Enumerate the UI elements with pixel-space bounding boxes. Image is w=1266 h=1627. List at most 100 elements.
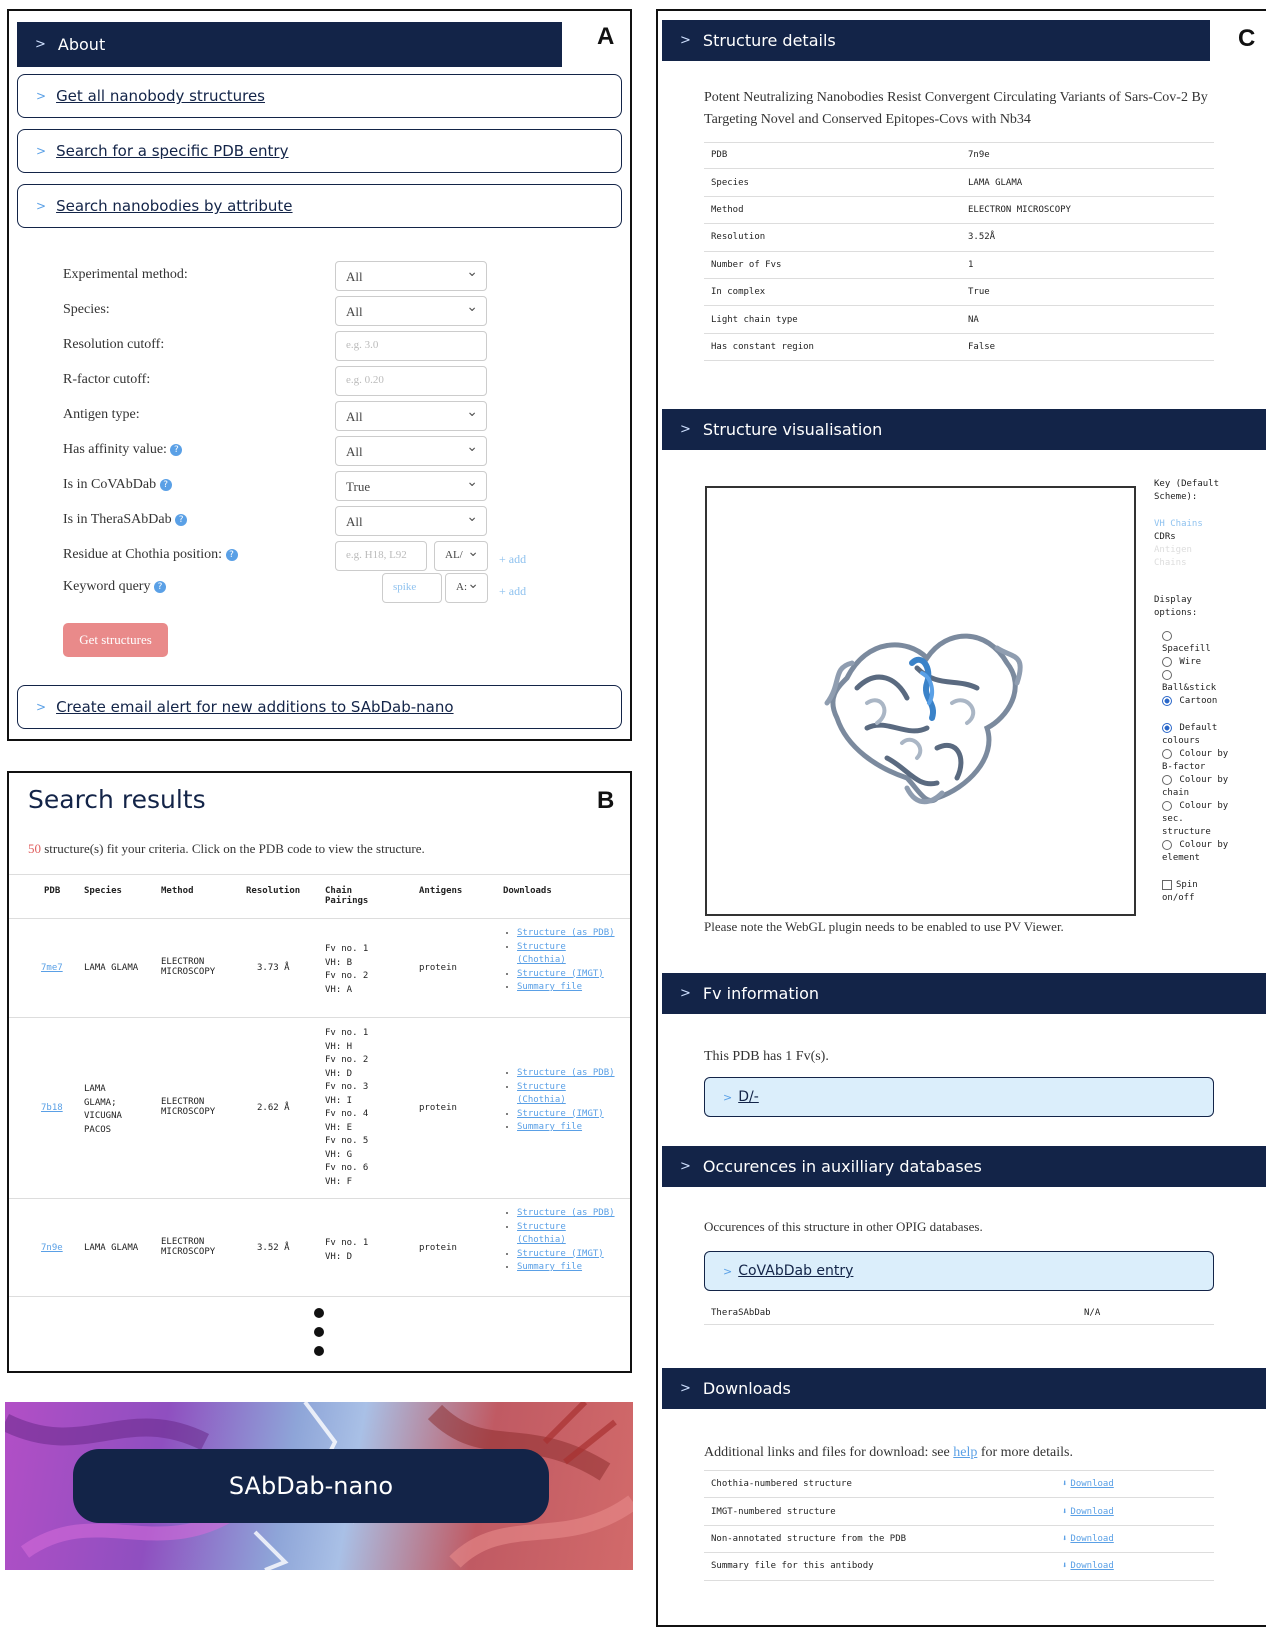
radio-icon[interactable] [1162, 774, 1172, 785]
chevron-icon: > [680, 422, 691, 437]
help-icon[interactable]: ? [153, 580, 166, 593]
download-link[interactable]: Download [1070, 1534, 1113, 1544]
radio-icon[interactable] [1162, 722, 1172, 733]
species-select[interactable]: All [335, 296, 487, 326]
radio-icon[interactable] [1162, 630, 1172, 641]
accordion-label[interactable]: Get all nanobody structures [56, 87, 265, 105]
display-option-ballstick[interactable]: Ball&stick [1162, 669, 1234, 695]
section-title: Downloads [702, 1379, 791, 1398]
radio-icon[interactable] [1162, 669, 1172, 680]
accordion-search-attr[interactable]: > Search nanobodies by attribute [17, 184, 622, 228]
help-icon[interactable]: ? [170, 443, 183, 456]
colour-option-chain[interactable]: Colour by chain [1162, 774, 1234, 800]
section-title: Structure details [702, 31, 836, 50]
radio-icon[interactable] [1162, 800, 1172, 811]
help-link[interactable]: help [953, 1445, 977, 1460]
checkbox-icon[interactable] [1162, 879, 1172, 890]
keyword-input[interactable]: spike [382, 573, 442, 603]
accordion-label[interactable]: Search nanobodies by attribute [56, 197, 292, 215]
download-link[interactable]: Structure (IMGT) [517, 1108, 615, 1122]
display-option-cartoon[interactable]: Cartoon [1162, 695, 1234, 708]
chothia-add-link[interactable]: + add [499, 552, 526, 567]
chothia-residue-select[interactable]: AL/ [434, 541, 488, 571]
detail-row: Species LAMA GLAMA [704, 169, 1214, 197]
accordion-search-pdb[interactable]: > Search for a specific PDB entry [17, 129, 622, 173]
resolution-cell: 3.73 Å [257, 963, 290, 973]
divider [9, 918, 630, 919]
download-link[interactable]: Structure (Chothia) [517, 941, 615, 968]
affinity-select[interactable]: All [335, 436, 487, 466]
covabdab-select[interactable]: True [335, 471, 487, 501]
colour-option-secstructure[interactable]: Colour by sec. structure [1162, 800, 1234, 839]
chevron-icon: > [36, 700, 47, 714]
chothia-position-input[interactable]: e.g. H18, L92 [335, 541, 427, 571]
structure-details-navbar[interactable]: > Structure details [662, 20, 1210, 61]
keyword-field-select[interactable]: A: [445, 573, 488, 603]
panel-c: C > Structure details Potent Neutralizin… [656, 9, 1266, 1627]
chevron-icon: > [680, 1381, 691, 1396]
pdb-link[interactable]: 7n9e [41, 1243, 63, 1253]
download-link[interactable]: Structure (Chothia) [517, 1081, 615, 1108]
pairing: Fv no. 2 [325, 971, 369, 981]
downloads-navbar[interactable]: > Downloads [662, 1368, 1266, 1409]
fv-item-accordion[interactable]: > D/- [704, 1077, 1214, 1117]
radio-icon[interactable] [1162, 839, 1172, 850]
download-link[interactable]: Structure (as PDB) [517, 1067, 615, 1081]
pairing: VH: B [325, 957, 353, 968]
antigen-type-select[interactable]: All [335, 401, 487, 431]
download-link[interactable]: Summary file [517, 1121, 615, 1135]
accordion-label[interactable]: Search for a specific PDB entry [56, 142, 288, 160]
spin-toggle[interactable]: Spin on/off [1162, 879, 1234, 905]
aux-db-navbar[interactable]: > Occurences in auxilliary databases [662, 1146, 1266, 1187]
chain-pairings-cell: Fv no. 1 VH: H Fv no. 2 VH: D Fv no. 3 V… [325, 1027, 368, 1189]
experimental-method-select[interactable]: All [335, 261, 487, 291]
download-link[interactable]: Structure (IMGT) [517, 1248, 615, 1262]
help-icon[interactable]: ? [225, 548, 238, 561]
download-link[interactable]: Summary file [517, 981, 615, 995]
covabdab-label[interactable]: CoVAbDab entry [738, 1263, 853, 1279]
detail-row: Light chain type NA [704, 306, 1214, 334]
therasabdab-select[interactable]: All [335, 506, 487, 536]
colour-option-element[interactable]: Colour by element [1162, 839, 1234, 865]
download-link[interactable]: Structure (as PDB) [517, 927, 615, 941]
help-icon[interactable]: ? [175, 513, 188, 526]
help-icon[interactable]: ? [159, 478, 172, 491]
search-results-title: Search results [28, 785, 206, 814]
section-title: Fv information [702, 984, 820, 1003]
resolution-cutoff-input[interactable]: e.g. 3.0 [335, 331, 487, 361]
download-link[interactable]: Download [1070, 1507, 1113, 1517]
accordion-email-alert[interactable]: > Create email alert for new additions t… [17, 685, 622, 729]
col-header-method: Method [161, 886, 194, 896]
keyword-add-link[interactable]: + add [499, 584, 526, 599]
pdb-link[interactable]: 7me7 [41, 963, 63, 973]
download-link[interactable]: Download [1070, 1561, 1113, 1571]
pv-viewer-canvas[interactable] [705, 486, 1136, 916]
radio-icon[interactable] [1162, 748, 1172, 759]
fv-info-navbar[interactable]: > Fv information [662, 973, 1266, 1014]
chevron-icon: > [680, 1159, 691, 1174]
colour-option-default[interactable]: Default colours [1162, 722, 1234, 748]
download-link[interactable]: Structure (IMGT) [517, 968, 615, 982]
about-navbar[interactable]: > About [17, 22, 562, 67]
fv-item-label[interactable]: D/- [738, 1089, 759, 1105]
form-label-antigen-type: Antigen type: [63, 407, 140, 422]
download-link[interactable]: Structure (as PDB) [517, 1207, 615, 1221]
download-link[interactable]: Structure (Chothia) [517, 1221, 615, 1248]
covabdab-accordion[interactable]: > CoVAbDab entry [704, 1251, 1214, 1291]
structure-vis-navbar[interactable]: > Structure visualisation [662, 409, 1266, 450]
key-vh-chains: VH Chains [1154, 519, 1203, 529]
download-link[interactable]: Summary file [517, 1261, 615, 1275]
accordion-get-all[interactable]: > Get all nanobody structures [17, 74, 622, 118]
rfactor-cutoff-input[interactable]: e.g. 0.20 [335, 366, 487, 396]
fv-text: This PDB has 1 Fv(s). [704, 1049, 829, 1064]
display-option-wire[interactable]: Wire [1162, 656, 1234, 669]
pdb-link[interactable]: 7b18 [41, 1103, 63, 1113]
get-structures-button[interactable]: Get structures [63, 623, 168, 657]
download-link[interactable]: Download [1070, 1479, 1113, 1489]
chevron-icon: > [36, 199, 47, 213]
radio-icon[interactable] [1162, 656, 1172, 667]
colour-option-bfactor[interactable]: Colour by B-factor [1162, 748, 1234, 774]
radio-icon[interactable] [1162, 695, 1172, 706]
accordion-label[interactable]: Create email alert for new additions to … [56, 698, 454, 716]
display-option-spacefill[interactable]: Spacefill [1162, 630, 1234, 656]
